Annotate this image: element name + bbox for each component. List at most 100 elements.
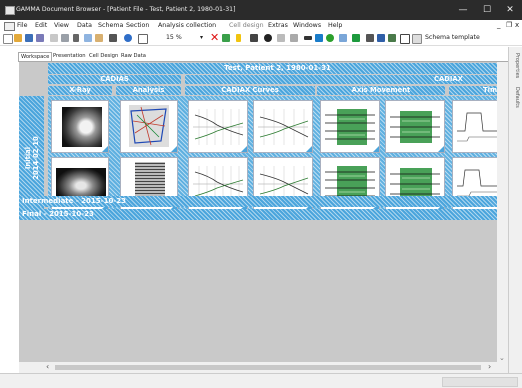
axis-movement-chart xyxy=(390,111,440,143)
schema-template-label[interactable]: Schema template xyxy=(425,34,480,41)
scroll-left-icon[interactable]: ‹ xyxy=(46,362,49,371)
cell-corner-marker xyxy=(306,146,312,152)
cell-cadiax-curve-2[interactable] xyxy=(253,100,313,153)
print-preview-icon[interactable] xyxy=(50,34,58,42)
cadiax-curve-chart xyxy=(258,109,309,145)
cell-corner-marker xyxy=(438,146,444,152)
zoom-value[interactable]: 15 % xyxy=(166,34,182,41)
cell-corner-marker xyxy=(241,146,247,152)
cell-corner-marker xyxy=(102,146,108,152)
scroll-down-icon[interactable]: ⌄ xyxy=(499,354,505,362)
column-header-axis-movement: Axis Movement xyxy=(317,86,445,95)
side-tab-properties[interactable]: Properties xyxy=(514,53,520,78)
menu-bar: File Edit View Data Schema Section Analy… xyxy=(0,20,522,31)
save-icon[interactable] xyxy=(25,34,33,42)
title-bar: GAMMA Document Browser - [Patient File -… xyxy=(0,0,522,20)
chart-icon[interactable] xyxy=(315,34,323,42)
menu-windows[interactable]: Windows xyxy=(293,22,321,29)
chevron-down-icon[interactable]: ▾ xyxy=(200,34,203,41)
cell-corner-marker xyxy=(171,146,177,152)
session-final-label: Final - 2015-10-23 xyxy=(22,210,94,218)
column-header-xray: X-Ray xyxy=(48,86,112,95)
group-header-cadias: CADIAS xyxy=(48,75,181,84)
globe-icon[interactable] xyxy=(124,34,132,42)
menu-help[interactable]: Help xyxy=(328,22,342,29)
columns-icon[interactable] xyxy=(377,34,385,42)
analysis-tracing-image xyxy=(129,105,169,147)
session-final[interactable]: Final - 2015-10-23 xyxy=(19,209,508,220)
horizontal-scroll-thumb[interactable] xyxy=(55,365,481,370)
plant-icon[interactable] xyxy=(352,34,360,42)
template-icon[interactable] xyxy=(412,34,422,44)
camera-icon[interactable] xyxy=(264,34,272,42)
print-icon[interactable] xyxy=(61,34,69,42)
app-icon xyxy=(5,6,15,15)
delete-icon[interactable]: ✕ xyxy=(210,31,219,44)
marker-icon[interactable] xyxy=(236,34,241,42)
session-intermediate-label: Intermediate - 2015-10-23 xyxy=(22,197,126,205)
cut-icon[interactable] xyxy=(73,34,79,42)
table-icon[interactable] xyxy=(366,34,374,42)
menu-schema[interactable]: Schema xyxy=(98,22,123,29)
layout-icon[interactable] xyxy=(277,34,285,42)
mdi-restore-button[interactable]: ❐ xyxy=(506,21,512,29)
column-header-cadiax-curves: CADIAX Curves xyxy=(185,86,315,95)
tab-presentation[interactable]: Presentation xyxy=(51,52,88,61)
patient-header: Test, Patient 2, 1980-01-31 xyxy=(48,63,507,74)
grid-icon[interactable] xyxy=(250,34,258,42)
line-icon[interactable] xyxy=(304,36,312,40)
session-intermediate[interactable]: Intermediate - 2015-10-23 xyxy=(19,196,508,207)
vertical-scrollbar[interactable]: ⌄ xyxy=(497,62,508,373)
new-document-icon[interactable] xyxy=(3,34,13,44)
maximize-button[interactable]: ☐ xyxy=(475,0,499,20)
picture-icon[interactable] xyxy=(388,34,396,42)
close-button[interactable]: ✕ xyxy=(498,0,522,20)
axis-movement-chart xyxy=(325,109,375,145)
menu-analysis-collection[interactable]: Analysis collection xyxy=(158,22,216,29)
copy-icon[interactable] xyxy=(84,34,92,42)
document-icon[interactable] xyxy=(290,34,298,42)
paste-icon[interactable] xyxy=(95,34,103,42)
tab-raw-data[interactable]: Raw Data xyxy=(119,52,148,61)
schema-workspace[interactable]: Test, Patient 2, 1980-01-31 CADIAS CADIA… xyxy=(19,61,508,374)
menu-extras[interactable]: Extras xyxy=(268,22,288,29)
tab-bar: Workspace Presentation Cell Design Raw D… xyxy=(0,47,522,62)
xray-image xyxy=(62,107,102,147)
cell-analysis-1[interactable] xyxy=(120,100,178,153)
toolbar: 15 % ▾ ✕ Schema template xyxy=(0,31,522,46)
zoom-fit-icon[interactable] xyxy=(138,34,148,44)
scroll-right-icon[interactable]: › xyxy=(488,362,491,371)
menu-data[interactable]: Data xyxy=(77,22,92,29)
side-panel-tabs: Properties Defaults xyxy=(508,47,522,387)
menu-edit[interactable]: Edit xyxy=(35,22,47,29)
cell-axis-movement-2[interactable] xyxy=(385,100,445,153)
menu-file[interactable]: File xyxy=(17,22,28,29)
group-header-cadiax-label: CADIAX xyxy=(434,75,463,83)
cell-axis-movement-1[interactable] xyxy=(320,100,380,153)
menu-view[interactable]: View xyxy=(54,22,69,29)
cell-corner-marker xyxy=(373,146,379,152)
status-field xyxy=(442,377,518,387)
status-bar xyxy=(0,373,522,388)
cell-cadiax-curve-1[interactable] xyxy=(188,100,248,153)
mdi-minimize-button[interactable]: _ xyxy=(497,21,501,29)
menu-section[interactable]: Section xyxy=(126,22,149,29)
cadiax-curve-chart xyxy=(193,109,244,145)
minimize-button[interactable]: — xyxy=(451,0,475,20)
save-as-icon[interactable] xyxy=(36,34,44,42)
checklist-icon[interactable] xyxy=(400,34,410,44)
tooth-icon[interactable] xyxy=(339,34,347,42)
menu-cell-design[interactable]: Cell design xyxy=(229,22,264,29)
sphere-icon[interactable] xyxy=(326,34,334,42)
tab-cell-design[interactable]: Cell Design xyxy=(87,52,120,61)
group-header-cadiax: CADIAX xyxy=(185,75,507,84)
mdi-close-button[interactable]: x xyxy=(515,21,519,29)
image-icon[interactable] xyxy=(109,34,117,42)
side-tab-defaults[interactable]: Defaults xyxy=(514,87,520,108)
cell-xray-1[interactable] xyxy=(51,100,109,153)
open-folder-icon[interactable] xyxy=(14,34,22,42)
horizontal-scrollbar[interactable]: ‹ › xyxy=(19,362,497,373)
refresh-icon[interactable] xyxy=(222,34,230,42)
window-title: GAMMA Document Browser - [Patient File -… xyxy=(16,6,236,13)
document-menu-icon[interactable] xyxy=(4,22,15,31)
